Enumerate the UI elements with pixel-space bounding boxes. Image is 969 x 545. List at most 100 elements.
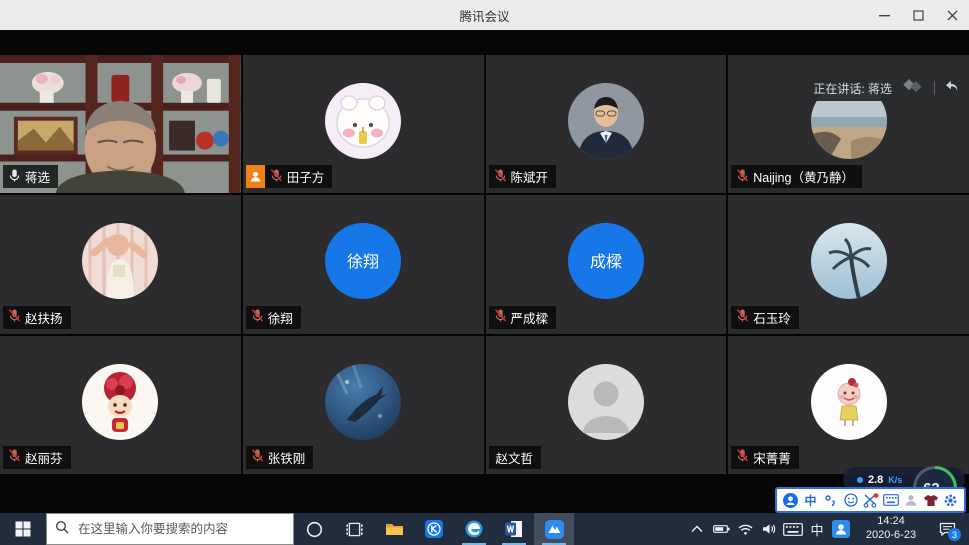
participant-avatar [82,223,158,299]
participant-nameplate: 陈斌开 [489,165,557,188]
participant-name: 赵丽芬 [25,448,63,467]
window-controls [867,0,969,30]
file-explorer-taskbar-icon[interactable] [374,513,414,545]
chevron-up-tray-icon[interactable] [685,513,709,545]
cortana-taskbar-icon[interactable] [294,513,334,545]
action-center-icon[interactable]: 3 [929,513,965,545]
participant-nameplate: 蒋选 [3,165,58,188]
member-badge-icon [246,165,265,188]
participant-name: 宋菁菁 [753,448,791,467]
meeting-stage: 蒋选 田子方 陈斌开 [0,30,969,513]
participant-tile[interactable]: 成樑 严成樑 [486,195,727,333]
mic-muted-icon [270,168,283,186]
layout-switch-icon[interactable] [901,78,925,98]
participant-avatar [811,223,887,299]
battery-tray-icon[interactable] [709,513,733,545]
close-icon[interactable] [935,0,969,30]
participant-nameplate: 石玉玲 [731,306,799,329]
participant-name: 张铁刚 [268,448,306,467]
screenshot-icon[interactable] [862,492,879,509]
restore-icon[interactable] [901,0,935,30]
participant-name: 徐翔 [268,308,293,327]
mic-on-icon [8,168,21,186]
search-icon [55,520,69,539]
svg-text:成樑: 成樑 [590,253,622,271]
participant-name: 陈斌开 [511,167,549,186]
mic-muted-icon [251,308,264,326]
taskbar-search [46,513,294,545]
windows-taskbar: 中 14:24 2020-6-23 3 [0,513,969,545]
ime-toolbar: 中 [775,487,966,513]
notification-badge: 3 [948,528,961,541]
participant-nameplate: Naijing（黄乃静） [731,165,862,188]
participant-tile[interactable]: 陈斌开 [486,55,727,193]
mic-muted-icon [8,308,21,326]
participant-nameplate: 宋菁菁 [731,446,799,469]
wifi-tray-icon[interactable] [733,513,757,545]
mic-muted-icon [8,448,21,466]
keyboard-icon[interactable] [882,492,899,509]
participant-tile[interactable]: 赵文哲 [486,336,727,474]
meeting-taskbar-icon[interactable] [534,513,574,545]
mic-muted-icon [494,308,507,326]
back-arrow-icon[interactable] [944,79,959,98]
k-app-taskbar-icon[interactable] [414,513,454,545]
system-tray: 中 14:24 2020-6-23 3 [685,513,969,545]
ime-zh-tray-icon[interactable]: 中 [805,513,829,545]
start-button[interactable] [0,513,46,545]
qq-logo-icon[interactable] [782,492,799,509]
tencent-meeting-window: 腾讯会议 [0,0,969,545]
account-icon[interactable] [902,492,919,509]
participant-tile[interactable]: 田子方 [243,55,484,193]
network-speed-unit: K/s [888,475,902,485]
skin-icon[interactable] [922,492,939,509]
mic-muted-icon [251,448,264,466]
participant-tile[interactable]: 石玉玲 [728,195,969,333]
chinese-mode-icon[interactable]: 中 [802,492,819,509]
participant-tile[interactable]: 蒋选 [0,55,241,193]
mic-muted-icon [736,168,749,186]
participant-avatar [325,364,401,440]
participant-nameplate: 张铁刚 [246,446,314,469]
participant-tile[interactable]: 宋菁菁 [728,336,969,474]
task-view-taskbar-icon[interactable] [334,513,374,545]
participant-tile[interactable]: 赵扶扬 [0,195,241,333]
participant-nameplate: 赵扶扬 [3,306,71,329]
participant-avatar [568,364,644,440]
mic-muted-icon [736,448,749,466]
participant-avatar [568,83,644,159]
speaking-toast-text: 正在讲话: 蒋选 [813,80,892,97]
word-taskbar-icon[interactable] [494,513,534,545]
participant-name: 石玉玲 [753,308,791,327]
participants-grid: 蒋选 田子方 陈斌开 [0,55,969,474]
emoji-icon[interactable] [842,492,859,509]
tray-clock[interactable]: 14:24 2020-6-23 [855,515,927,543]
speaking-toast: 正在讲话: 蒋选 [799,75,969,101]
participant-avatar: 成樑 [568,223,644,299]
participant-nameplate: 赵丽芬 [3,446,71,469]
participant-tile[interactable]: 赵丽芬 [0,336,241,474]
tray-time: 14:24 [858,515,924,529]
tray-date: 2020-6-23 [858,529,924,543]
punctuation-icon[interactable] [822,492,839,509]
minimize-icon[interactable] [867,0,901,30]
search-input[interactable] [76,521,285,537]
network-speed-value: 2.8 [868,474,883,486]
participant-tile[interactable]: 张铁刚 [243,336,484,474]
participant-nameplate: 田子方 [246,165,333,188]
volume-tray-icon[interactable] [757,513,781,545]
participant-nameplate: 徐翔 [246,306,301,329]
window-title: 腾讯会议 [0,6,969,25]
meeting-tray-tray-icon[interactable] [829,513,853,545]
toast-divider [934,81,935,95]
edge-taskbar-icon[interactable] [454,513,494,545]
participant-avatar [82,364,158,440]
touch-keyboard-tray-icon[interactable] [781,513,805,545]
participant-name: 严成樑 [511,308,549,327]
participant-name: 田子方 [287,167,325,186]
mic-muted-icon [494,168,507,186]
participant-avatar: 徐翔 [325,223,401,299]
participant-tile[interactable]: 徐翔 徐翔 [243,195,484,333]
participant-nameplate: 赵文哲 [489,446,542,469]
settings-icon[interactable] [942,492,959,509]
